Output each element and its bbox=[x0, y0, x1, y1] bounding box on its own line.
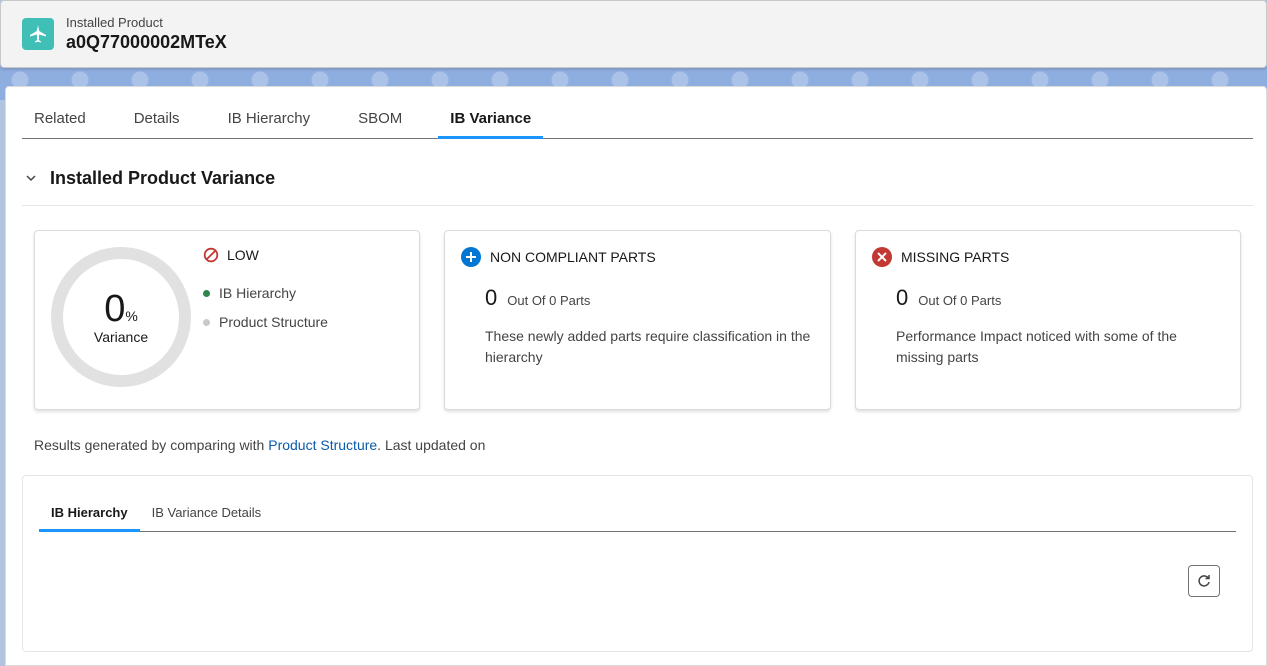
legend-dot bbox=[203, 289, 210, 297]
tab-ib-variance[interactable]: IB Variance bbox=[438, 101, 544, 139]
tab-ib-hierarchy[interactable]: IB Hierarchy bbox=[216, 101, 323, 139]
count-value: 0 bbox=[896, 285, 909, 310]
refresh-button[interactable] bbox=[1188, 565, 1220, 597]
section-header[interactable]: Installed Product Variance bbox=[22, 165, 1253, 206]
variance-donut-chart: 0% Variance bbox=[51, 247, 191, 387]
legend-label: IB Hierarchy bbox=[219, 285, 297, 301]
risk-level-label: LOW bbox=[227, 247, 259, 263]
card-header: NON COMPLIANT PARTS bbox=[461, 247, 656, 267]
tab-inner-ib-variance-details[interactable]: IB Variance Details bbox=[140, 498, 274, 532]
variance-card: 0% Variance LOW IB Hierarchy Product Str… bbox=[34, 230, 420, 410]
count-row: 0 Out Of 0 Parts bbox=[896, 285, 1001, 311]
close-circle-icon bbox=[872, 247, 892, 267]
legend-item-product-structure: Product Structure bbox=[203, 314, 328, 330]
count-label: Out Of 0 Parts bbox=[507, 293, 591, 308]
refresh-icon bbox=[1198, 575, 1210, 587]
tab-related[interactable]: Related bbox=[22, 101, 98, 139]
risk-level: LOW bbox=[203, 247, 259, 263]
missing-parts-card: MISSING PARTS 0 Out Of 0 Parts Performan… bbox=[855, 230, 1241, 410]
chevron-down-icon[interactable] bbox=[24, 171, 38, 185]
results-info: Results generated by comparing with Prod… bbox=[34, 437, 485, 453]
results-prefix: Results generated by comparing with bbox=[34, 437, 269, 453]
ban-icon bbox=[203, 247, 219, 263]
product-structure-link[interactable]: Product Structure bbox=[268, 437, 377, 453]
count-row: 0 Out Of 0 Parts bbox=[485, 285, 590, 311]
tab-sbom[interactable]: SBOM bbox=[346, 101, 414, 139]
inner-tabs: IB Hierarchy IB Variance Details bbox=[39, 498, 1236, 532]
card-title: MISSING PARTS bbox=[901, 249, 1010, 265]
record-name: a0Q77000002MTeX bbox=[66, 32, 227, 52]
variance-label: Variance bbox=[93, 329, 149, 345]
tab-details[interactable]: Details bbox=[122, 101, 192, 139]
count-label: Out Of 0 Parts bbox=[918, 293, 1002, 308]
main-card: Related Details IB Hierarchy SBOM IB Var… bbox=[5, 86, 1267, 666]
tab-inner-ib-hierarchy[interactable]: IB Hierarchy bbox=[39, 498, 140, 532]
count-value: 0 bbox=[485, 285, 498, 310]
card-header: MISSING PARTS bbox=[872, 247, 1009, 267]
card-title: NON COMPLIANT PARTS bbox=[490, 249, 656, 265]
results-suffix: . Last updated on bbox=[377, 437, 486, 453]
non-compliant-parts-card: NON COMPLIANT PARTS 0 Out Of 0 Parts The… bbox=[444, 230, 831, 410]
legend-dot bbox=[203, 318, 210, 326]
legend-item-ib-hierarchy: IB Hierarchy bbox=[203, 285, 296, 301]
section-title: Installed Product Variance bbox=[50, 168, 276, 188]
legend-label: Product Structure bbox=[219, 314, 328, 330]
card-description: These newly added parts require classifi… bbox=[485, 328, 811, 365]
card-description: Performance Impact noticed with some of … bbox=[896, 328, 1177, 365]
record-header: Installed Product a0Q77000002MTeX bbox=[0, 0, 1267, 68]
hierarchy-panel: IB Hierarchy IB Variance Details bbox=[22, 475, 1253, 652]
plus-circle-icon bbox=[461, 247, 481, 267]
airplane-icon bbox=[22, 18, 54, 50]
record-type-label: Installed Product bbox=[66, 15, 163, 30]
record-tabs: Related Details IB Hierarchy SBOM IB Var… bbox=[22, 101, 1253, 139]
